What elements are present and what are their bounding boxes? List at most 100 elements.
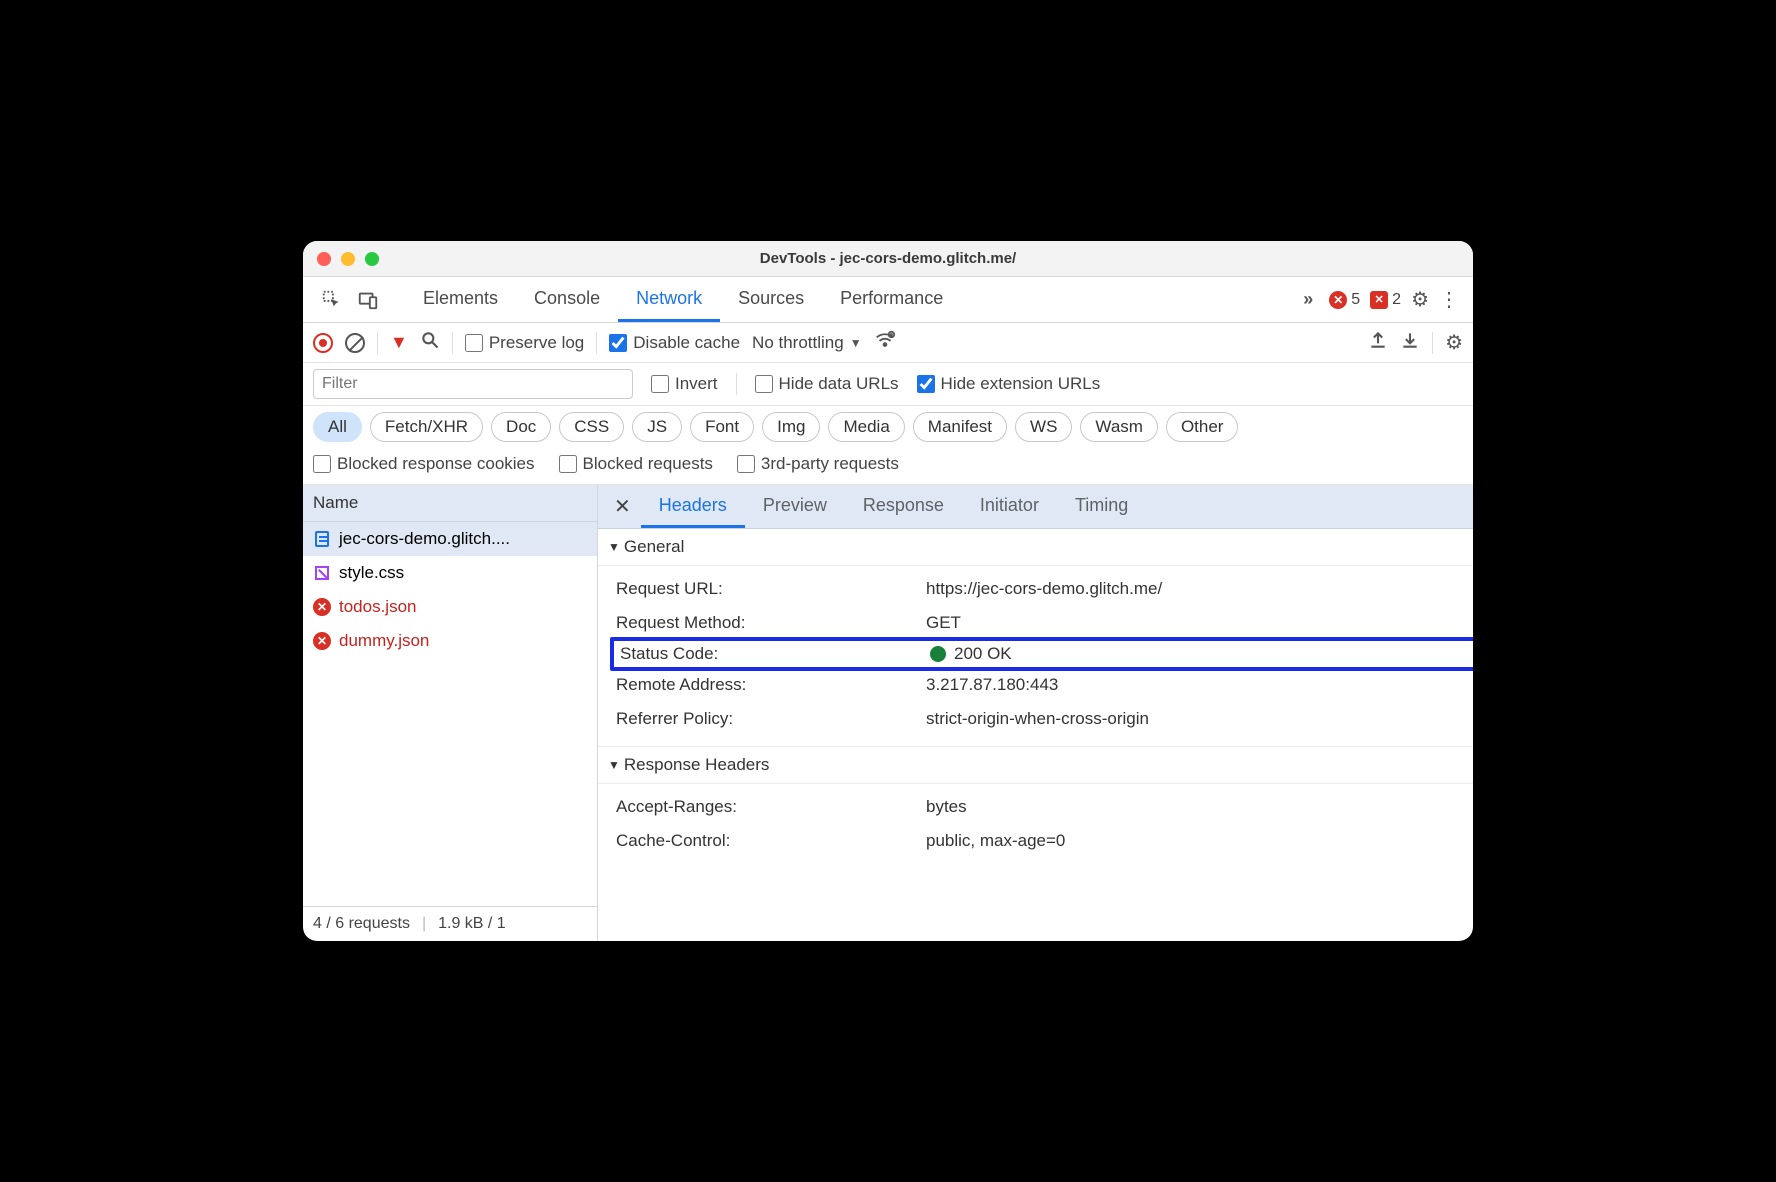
main-tabbar: Elements Console Network Sources Perform… [303,277,1473,323]
hide-data-urls-checkbox[interactable]: Hide data URLs [755,374,899,394]
more-menu-icon[interactable]: ⋮ [1439,287,1459,312]
kv-row: Referrer Policy: strict-origin-when-cros… [616,702,1473,736]
request-name: dummy.json [339,631,429,651]
hide-extension-urls-checkbox[interactable]: Hide extension URLs [917,374,1101,394]
resource-type-pills: All Fetch/XHR Doc CSS JS Font Img Media … [303,406,1473,448]
traffic-lights [303,252,379,266]
kv-value: GET [926,613,961,633]
stylesheet-icon [313,564,331,582]
pill-img[interactable]: Img [762,412,820,442]
section-response-headers[interactable]: ▼ Response Headers [598,746,1473,784]
devtools-window: DevTools - jec-cors-demo.glitch.me/ Elem… [303,241,1473,941]
request-row[interactable]: ✕ dummy.json [303,624,597,658]
pill-manifest[interactable]: Manifest [913,412,1007,442]
window-close-button[interactable] [317,252,331,266]
pill-fetch-xhr[interactable]: Fetch/XHR [370,412,483,442]
status-code-text: 200 OK [954,644,1012,664]
pill-font[interactable]: Font [690,412,754,442]
device-toolbar-icon[interactable] [355,287,381,313]
sidebar-header: Name [303,485,597,522]
window-minimize-button[interactable] [341,252,355,266]
network-toolbar: ▼ Preserve log Disable cache No throttli… [303,323,1473,363]
kv-value: public, max-age=0 [926,831,1065,851]
pill-css[interactable]: CSS [559,412,624,442]
titlebar: DevTools - jec-cors-demo.glitch.me/ [303,241,1473,277]
pill-media[interactable]: Media [828,412,904,442]
error-count: 5 [1351,291,1360,309]
content-area: Name jec-cors-demo.glitch.... style.css … [303,485,1473,941]
pill-other[interactable]: Other [1166,412,1239,442]
search-icon[interactable] [420,330,440,355]
kv-value: https://jec-cors-demo.glitch.me/ [926,579,1162,599]
document-icon [313,530,331,548]
window-zoom-button[interactable] [365,252,379,266]
kv-key: Accept-Ranges: [616,797,926,817]
pill-all[interactable]: All [313,412,362,442]
status-dot-icon [930,646,946,662]
pill-js[interactable]: JS [632,412,682,442]
tab-network[interactable]: Network [618,277,720,322]
issue-count-badge[interactable]: ✕ 2 [1370,291,1401,309]
filter-input[interactable] [313,369,633,399]
inspect-element-icon[interactable] [319,287,345,313]
upload-har-icon[interactable] [1368,330,1388,355]
kv-value: bytes [926,797,967,817]
disable-cache-label: Disable cache [633,333,740,353]
tab-console[interactable]: Console [516,277,618,322]
kv-row: Request Method: GET [616,606,1473,640]
throttling-value: No throttling [752,333,844,353]
blocked-requests-checkbox[interactable]: Blocked requests [559,454,713,474]
pill-wasm[interactable]: Wasm [1080,412,1158,442]
detail-tab-response[interactable]: Response [845,485,962,528]
request-row[interactable]: ✕ todos.json [303,590,597,624]
issue-square-icon: ✕ [1370,291,1388,309]
kv-value: strict-origin-when-cross-origin [926,709,1149,729]
filter-toggle-icon[interactable]: ▼ [390,332,408,353]
extra-filters: Blocked response cookies Blocked request… [303,448,1473,485]
more-tabs-icon[interactable]: » [1297,289,1319,310]
pill-ws[interactable]: WS [1015,412,1072,442]
preserve-log-label: Preserve log [489,333,584,353]
kv-key: Request Method: [616,613,926,633]
response-headers-body: Accept-Ranges: bytes Cache-Control: publ… [598,784,1473,868]
main-tabs: Elements Console Network Sources Perform… [405,277,961,322]
pill-doc[interactable]: Doc [491,412,551,442]
download-har-icon[interactable] [1400,330,1420,355]
disable-cache-checkbox[interactable]: Disable cache [609,333,740,353]
clear-button[interactable] [345,333,365,353]
tab-performance[interactable]: Performance [822,277,961,322]
kv-row: Request URL: https://jec-cors-demo.glitc… [616,572,1473,606]
invert-checkbox[interactable]: Invert [651,374,718,394]
preserve-log-checkbox[interactable]: Preserve log [465,333,584,353]
disclosure-triangle-icon: ▼ [608,758,620,772]
kv-key: Cache-Control: [616,831,926,851]
tab-elements[interactable]: Elements [405,277,516,322]
close-details-icon[interactable]: ✕ [604,494,641,519]
request-row[interactable]: jec-cors-demo.glitch.... [303,522,597,556]
request-sidebar: Name jec-cors-demo.glitch.... style.css … [303,485,598,941]
error-count-badge[interactable]: ✕ 5 [1329,291,1360,309]
request-name: todos.json [339,597,417,617]
blocked-cookies-checkbox[interactable]: Blocked response cookies [313,454,535,474]
detail-tab-preview[interactable]: Preview [745,485,845,528]
network-conditions-icon[interactable] [874,329,896,356]
throttling-select[interactable]: No throttling ▼ [752,333,862,353]
request-list: jec-cors-demo.glitch.... style.css ✕ tod… [303,522,597,906]
settings-gear-icon[interactable]: ⚙ [1411,287,1429,312]
record-button[interactable] [313,333,333,353]
error-icon: ✕ [313,632,331,650]
issue-count: 2 [1392,291,1401,309]
tab-sources[interactable]: Sources [720,277,822,322]
third-party-checkbox[interactable]: 3rd-party requests [737,454,899,474]
detail-tab-initiator[interactable]: Initiator [962,485,1057,528]
detail-tab-headers[interactable]: Headers [641,485,745,528]
detail-tab-timing[interactable]: Timing [1057,485,1146,528]
network-settings-gear-icon[interactable]: ⚙ [1445,330,1463,355]
request-row[interactable]: style.css [303,556,597,590]
kv-key: Remote Address: [616,675,926,695]
kv-key: Request URL: [616,579,926,599]
error-icon: ✕ [313,598,331,616]
section-general[interactable]: ▼ General [598,529,1473,566]
kv-row: Remote Address: 3.217.87.180:443 [616,668,1473,702]
section-title: General [624,537,684,557]
